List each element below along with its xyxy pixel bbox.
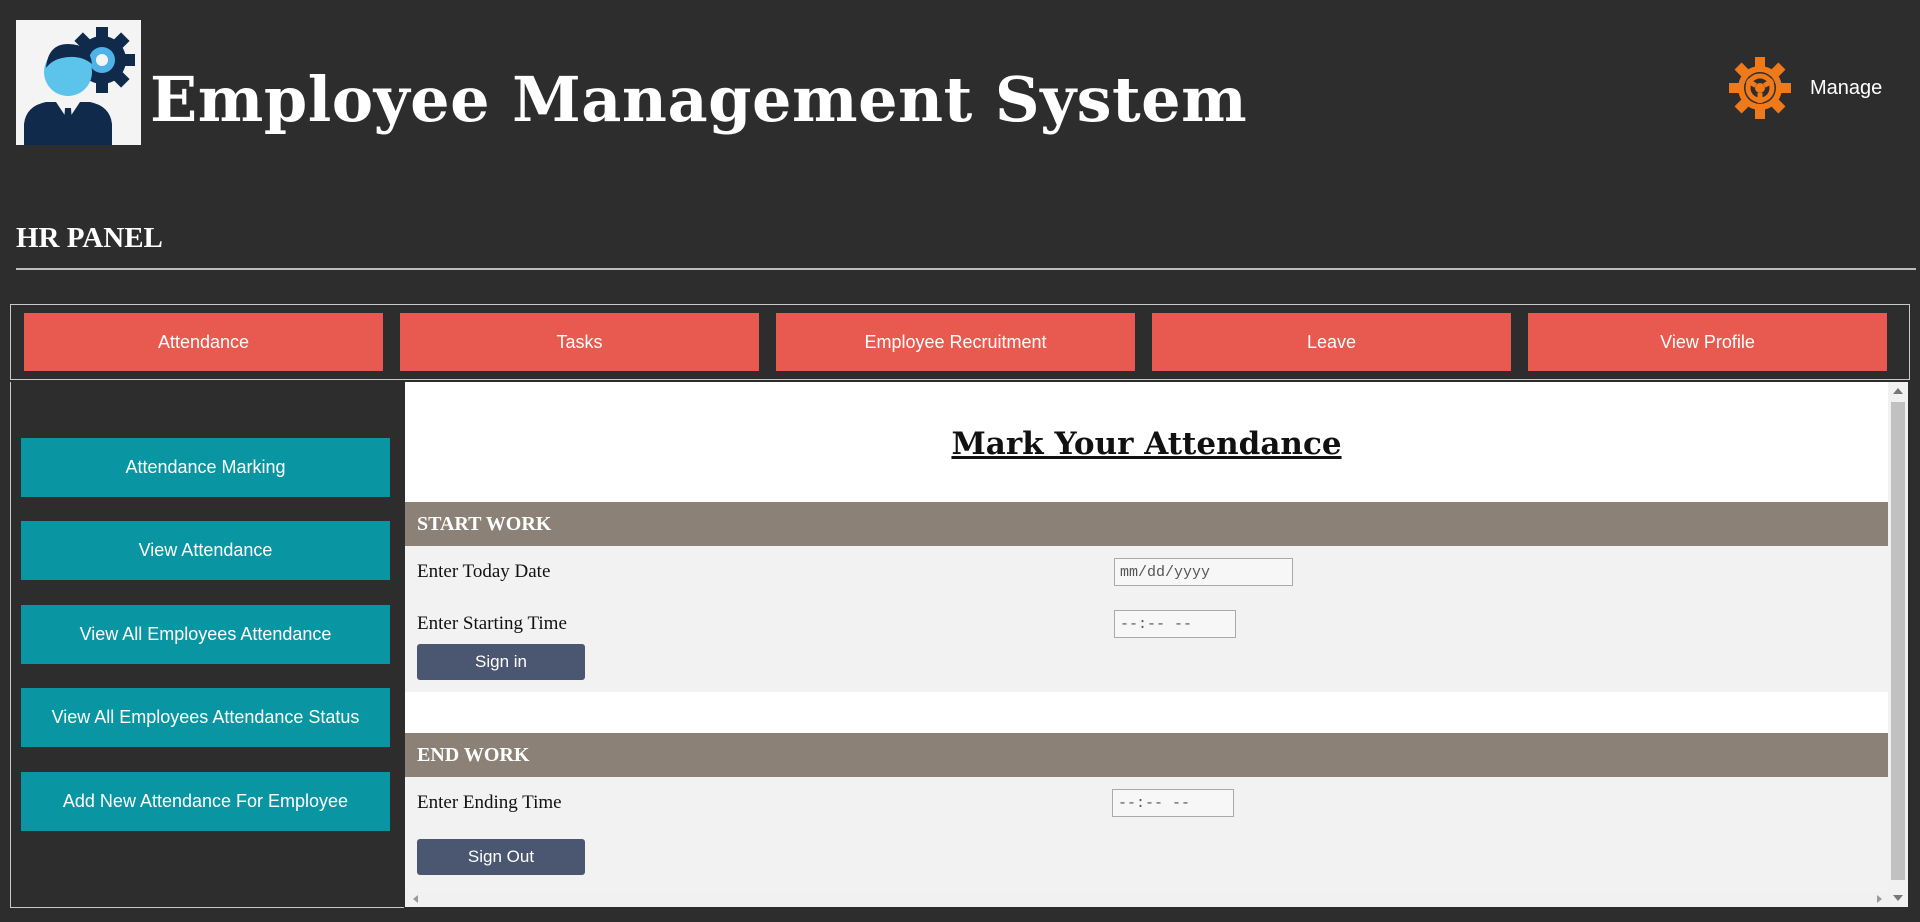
app-title: Employee Management System [150, 63, 1248, 136]
attendance-content: Mark Your Attendance START WORK Enter To… [405, 382, 1908, 907]
manage-label: Manage [1810, 76, 1883, 99]
employee-logo-icon [16, 20, 141, 145]
vertical-scrollbar[interactable] [1888, 382, 1908, 907]
sidebar-item-view-attendance[interactable]: View Attendance [21, 521, 390, 580]
starting-time-label: Enter Starting Time [417, 613, 567, 634]
tab-leave[interactable]: Leave [1152, 313, 1511, 371]
gear-icon[interactable] [1728, 56, 1792, 120]
tab-attendance[interactable]: Attendance [24, 313, 383, 371]
today-date-input[interactable]: mm/dd/yyyy [1114, 558, 1293, 586]
start-work-heading: START WORK [405, 502, 1888, 546]
sidebar-item-view-all-employees-attendance-status[interactable]: View All Employees Attendance Status [21, 688, 390, 747]
end-work-section: Enter Ending Time --:-- -- Sign Out [405, 777, 1888, 891]
panel-divider [16, 268, 1916, 270]
horizontal-scrollbar[interactable] [405, 891, 1888, 907]
sidebar-item-add-new-attendance[interactable]: Add New Attendance For Employee [21, 772, 390, 831]
panel-title: HR PANEL [16, 222, 163, 254]
tab-employee-recruitment[interactable]: Employee Recruitment [776, 313, 1135, 371]
page-title: Mark Your Attendance [951, 426, 1342, 462]
tab-tasks[interactable]: Tasks [400, 313, 759, 371]
scroll-left-icon[interactable] [413, 895, 418, 903]
sidebar-item-attendance-marking[interactable]: Attendance Marking [21, 438, 390, 497]
end-work-heading: END WORK [405, 733, 1888, 777]
starting-time-input[interactable]: --:-- -- [1114, 610, 1236, 638]
today-date-label: Enter Today Date [417, 561, 551, 582]
gear-icon-svg [1729, 57, 1791, 119]
scroll-up-icon[interactable] [1893, 388, 1903, 394]
sign-in-button[interactable]: Sign in [417, 644, 585, 680]
ending-time-input[interactable]: --:-- -- [1112, 789, 1234, 817]
sidebar-item-view-all-employees-attendance[interactable]: View All Employees Attendance [21, 605, 390, 664]
ending-time-label: Enter Ending Time [417, 792, 562, 813]
sidebar: Attendance Marking View Attendance View … [10, 382, 404, 908]
scroll-right-icon[interactable] [1877, 895, 1882, 903]
tab-view-profile[interactable]: View Profile [1528, 313, 1887, 371]
manage-button[interactable]: Manage [1728, 56, 1898, 120]
start-work-section: Enter Today Date mm/dd/yyyy Enter Starti… [405, 546, 1888, 692]
scroll-down-icon[interactable] [1893, 895, 1903, 901]
top-nav-tabs: Attendance Tasks Employee Recruitment Le… [10, 304, 1910, 380]
sign-out-button[interactable]: Sign Out [417, 839, 585, 875]
employee-gear-logo-svg [16, 20, 141, 145]
scrollbar-thumb[interactable] [1891, 402, 1905, 880]
